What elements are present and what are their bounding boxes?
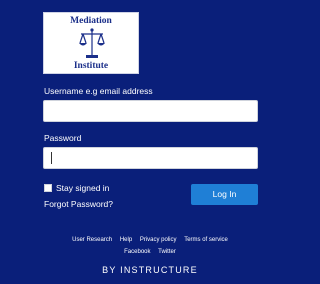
footer-link-terms-of-service[interactable]: Terms of service	[184, 237, 228, 243]
footer-links-row2: Facebook Twitter	[0, 249, 300, 255]
scales-of-justice-icon	[79, 28, 105, 58]
footer-link-facebook[interactable]: Facebook	[124, 249, 150, 255]
stay-signed-in-checkbox[interactable]	[44, 184, 52, 192]
logo-title-line2: Institute	[73, 61, 109, 71]
password-label: Password	[44, 133, 82, 143]
username-input[interactable]	[43, 100, 258, 122]
footer-link-privacy-policy[interactable]: Privacy policy	[140, 237, 177, 243]
stay-signed-in-label: Stay signed in	[56, 183, 110, 193]
footer-link-user-research[interactable]: User Research	[72, 237, 112, 243]
login-button[interactable]: Log In	[191, 184, 258, 205]
footer-link-help[interactable]: Help	[120, 237, 132, 243]
footer-links-row1: User Research Help Privacy policy Terms …	[0, 237, 300, 243]
institution-logo: Mediation Institute	[43, 12, 139, 74]
password-input[interactable]	[43, 147, 258, 169]
logo-title-line1: Mediation	[70, 16, 112, 26]
footer-link-twitter[interactable]: Twitter	[158, 249, 176, 255]
username-label: Username e.g email address	[44, 86, 153, 96]
stay-signed-in[interactable]: Stay signed in	[44, 183, 109, 193]
instructure-brand: BY INSTRUCTURE	[102, 265, 198, 275]
text-caret	[51, 152, 52, 164]
forgot-password-link[interactable]: Forgot Password?	[44, 199, 113, 209]
